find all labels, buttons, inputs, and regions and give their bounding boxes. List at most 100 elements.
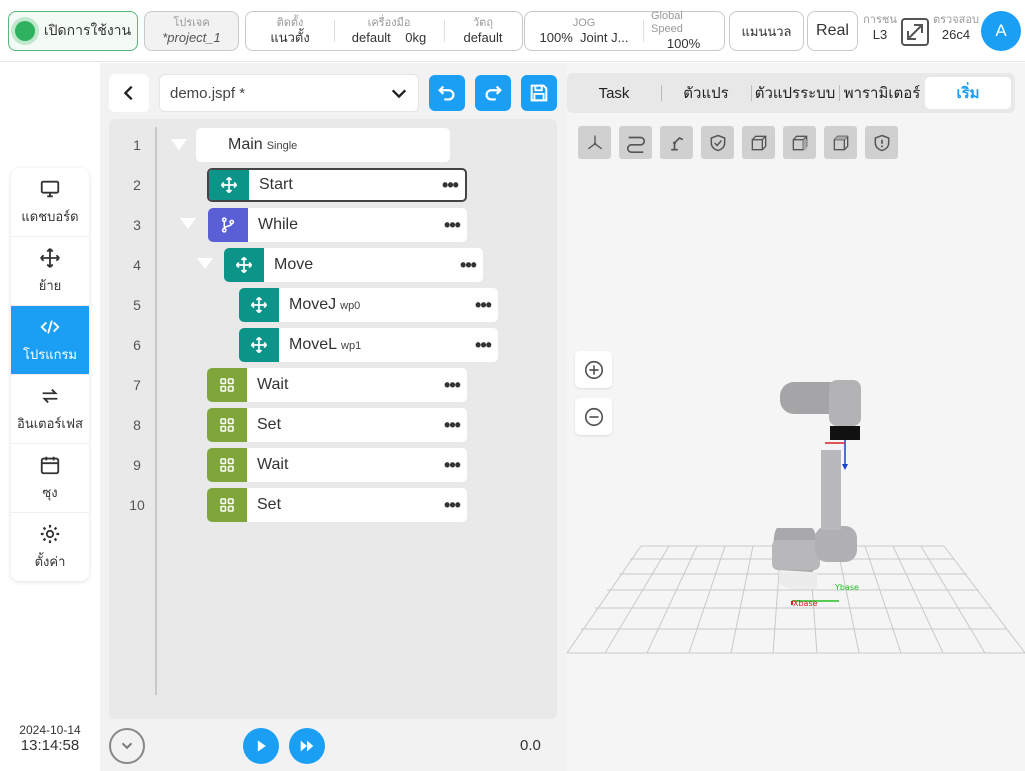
line-number: 7 <box>133 377 141 393</box>
global-speed-cell[interactable]: Global Speed 100% <box>643 10 724 51</box>
chevron-down-icon <box>121 742 133 750</box>
tab-start[interactable]: เริ่ม <box>925 77 1011 109</box>
node-label: Main Single <box>228 136 450 154</box>
main-mode: Single <box>266 140 298 152</box>
global-speed-label: Global Speed <box>651 10 683 35</box>
expand-down-button[interactable] <box>109 728 145 764</box>
cube-side-icon <box>792 135 807 150</box>
clock-date: 2024-10-14 <box>19 723 81 737</box>
manual-mode-button[interactable]: แมนนวล <box>729 11 804 51</box>
side-view-button[interactable] <box>783 126 816 159</box>
save-icon <box>530 84 548 102</box>
tab-system-variables[interactable]: ตัวแปรระบบ <box>751 77 839 109</box>
tree-node-start[interactable]: Start ••• <box>207 168 467 202</box>
line-number: 3 <box>133 217 141 233</box>
view-toolbar <box>578 126 898 159</box>
warning-view-button[interactable] <box>865 126 898 159</box>
nav-label: แดชบอร์ด <box>21 208 79 224</box>
tool-cell[interactable]: เครื่องมือ default 0kg <box>334 12 444 50</box>
step-button[interactable] <box>289 728 325 764</box>
right-tabs: Task ตัวแปร ตัวแปรระบบ พารามิเตอร์ เริ่ม <box>567 73 1015 113</box>
more-icon[interactable]: ••• <box>468 295 498 316</box>
tree-node-movej[interactable]: MoveJ wp0 ••• <box>239 288 498 322</box>
move-icon <box>224 248 264 282</box>
tree-node-wait[interactable]: Wait ••• <box>207 368 467 402</box>
robot-3d-viewport[interactable]: Ybase Xbase <box>567 340 1025 670</box>
object-cell[interactable]: วัตถุ default <box>444 12 522 50</box>
collision-value: L3 <box>872 27 888 42</box>
speed-readout: 0.0 <box>520 737 541 754</box>
tool-weight: 0kg <box>405 29 427 45</box>
node-label: Wait <box>257 456 289 473</box>
tree-node-move[interactable]: Move ••• <box>224 248 483 282</box>
tree-node-while[interactable]: While ••• <box>208 208 467 242</box>
cube-top-icon <box>833 135 848 150</box>
node-label: Move <box>274 256 314 273</box>
line-number: 9 <box>133 457 141 473</box>
collapse-move-icon[interactable] <box>197 258 213 269</box>
tree-node-set[interactable]: Set ••• <box>207 488 467 522</box>
nav-item-dashboard[interactable]: แดชบอร์ด <box>11 168 89 237</box>
path-view-button[interactable] <box>619 126 652 159</box>
more-icon[interactable]: ••• <box>437 215 467 236</box>
redo-button[interactable] <box>475 75 511 111</box>
more-icon[interactable]: ••• <box>437 375 467 396</box>
tree-node-wait[interactable]: Wait ••• <box>207 448 467 482</box>
tab-variables[interactable]: ตัวแปร <box>661 77 751 109</box>
nav-label: ย้าย <box>38 277 62 293</box>
jog-group[interactable]: JOG 100% Joint J... Global Speed 100% <box>524 10 725 51</box>
back-button[interactable] <box>109 74 149 112</box>
collapse-while-icon[interactable] <box>180 218 196 229</box>
project-button[interactable]: โปรเจค *project_1 <box>144 11 239 51</box>
robot-view-button[interactable] <box>660 126 693 159</box>
more-icon[interactable]: ••• <box>437 415 467 436</box>
node-label: While <box>258 216 299 233</box>
checksum: ตรวจสอบ 26c4 <box>932 14 980 43</box>
tab-task[interactable]: Task <box>567 77 661 109</box>
nav-item-interface[interactable]: อินเตอร์เฟส <box>11 375 89 444</box>
tab-parameters[interactable]: พารามิเตอร์ <box>839 77 925 109</box>
fast-forward-icon <box>300 740 314 752</box>
line-number: 6 <box>133 337 141 353</box>
node-name: MoveL <box>289 336 338 353</box>
node-param: wp1 <box>341 340 362 352</box>
nav-item-log[interactable]: ซุง <box>11 444 89 513</box>
more-icon[interactable]: ••• <box>437 495 467 516</box>
nav-item-settings[interactable]: ตั้งค่า <box>11 513 89 581</box>
play-button[interactable] <box>243 728 279 764</box>
node-label: Start <box>259 176 293 193</box>
power-toggle-button[interactable]: เปิดการใช้งาน <box>8 11 138 51</box>
collision-level[interactable]: การชน L3 <box>862 14 898 43</box>
install-cell[interactable]: ติดตั้ง แนวตั้ง <box>246 12 334 50</box>
nav-item-program[interactable]: โปรแกรม <box>11 306 89 375</box>
save-button[interactable] <box>521 75 557 111</box>
more-icon[interactable]: ••• <box>437 455 467 476</box>
top-view-button[interactable] <box>824 126 857 159</box>
tree-node-set[interactable]: Set ••• <box>207 408 467 442</box>
fullscreen-icon[interactable] <box>900 17 930 47</box>
undo-button[interactable] <box>429 75 465 111</box>
more-icon[interactable]: ••• <box>453 255 483 276</box>
installation-group[interactable]: ติดตั้ง แนวตั้ง เครื่องมือ default 0kg ว… <box>245 11 523 51</box>
file-select[interactable]: demo.jspf * <box>159 74 419 112</box>
gear-icon <box>40 524 60 544</box>
axes-view-button[interactable] <box>578 126 611 159</box>
nav-label: โปรแกรม <box>22 346 78 362</box>
tree-guide-line <box>155 127 157 695</box>
real-mode-button[interactable]: Real <box>807 11 858 51</box>
tree-node-main[interactable]: Main Single <box>196 128 450 162</box>
checksum-label: ตรวจสอบ <box>933 14 979 26</box>
undo-icon <box>438 85 455 101</box>
user-avatar[interactable]: A <box>981 11 1021 51</box>
collapse-main-icon[interactable] <box>171 139 187 150</box>
nav-label: ซุง <box>42 484 58 500</box>
front-view-button[interactable] <box>742 126 775 159</box>
node-label: Set <box>257 416 282 433</box>
nav-item-move[interactable]: ย้าย <box>11 237 89 306</box>
jog-cell[interactable]: JOG 100% Joint J... <box>525 12 643 50</box>
more-icon[interactable]: ••• <box>435 175 465 196</box>
project-label: โปรเจค <box>173 16 210 29</box>
safety-view-button[interactable] <box>701 126 734 159</box>
tree-node-movel[interactable]: MoveL wp1 ••• <box>239 328 498 362</box>
more-icon[interactable]: ••• <box>468 335 498 356</box>
